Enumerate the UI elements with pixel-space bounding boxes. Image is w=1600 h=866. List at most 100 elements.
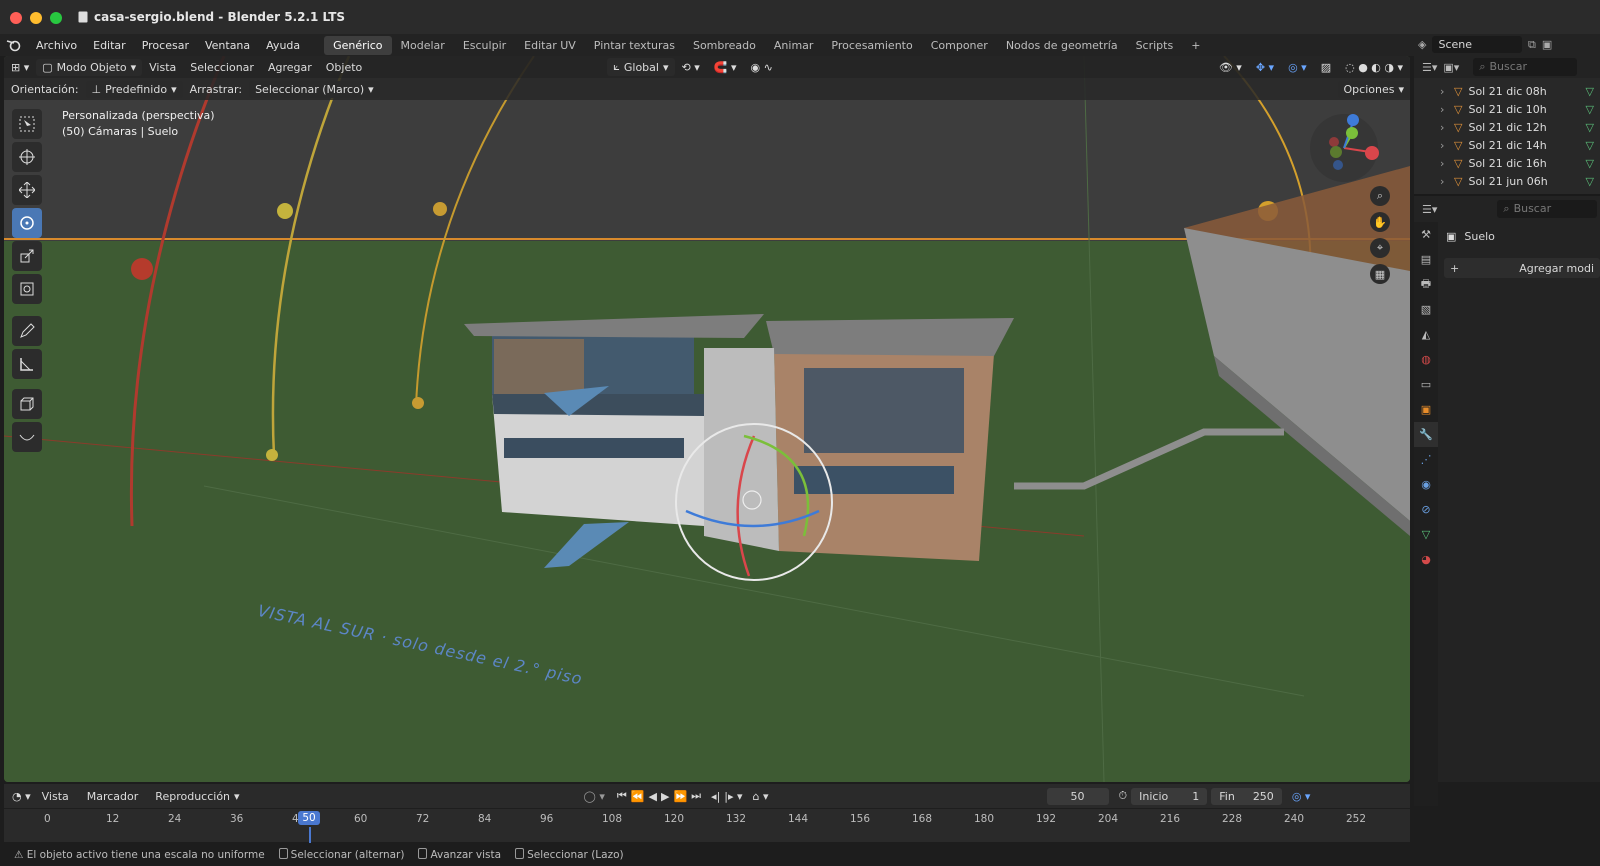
particles-tab-icon[interactable]: ⋰ <box>1414 447 1438 472</box>
close-window-button[interactable] <box>10 12 22 24</box>
scene-selector[interactable]: ◈ Scene ⧉ ▣ <box>1418 36 1552 53</box>
view-layer-icon[interactable]: ▣ <box>1542 38 1552 51</box>
menu-archivo[interactable]: Archivo <box>28 39 85 52</box>
outliner-editor-icon[interactable]: ☰▾ <box>1422 61 1437 74</box>
measure-tool[interactable] <box>12 349 42 379</box>
timeline-menu-marcador[interactable]: Marcador <box>80 788 146 805</box>
menu-vista[interactable]: Vista <box>142 59 183 76</box>
material-tab-icon[interactable]: ◕ <box>1414 547 1438 572</box>
tab-nodos-geometria[interactable]: Nodos de geometría <box>997 36 1127 55</box>
transform-tool[interactable] <box>12 274 42 304</box>
menu-seleccionar[interactable]: Seleccionar <box>183 59 261 76</box>
expand-arrow-icon[interactable]: › <box>1440 175 1444 188</box>
view-layer-tab-icon[interactable]: ▧ <box>1414 297 1438 322</box>
outliner-item[interactable]: › ▽ Sol 21 jun 06h ▽ <box>1414 172 1600 190</box>
add-modifier-button[interactable]: + Agregar modi <box>1444 258 1600 278</box>
transform-orientation-dropdown[interactable]: ⟀ Global ▾ <box>607 58 675 76</box>
tab-generico[interactable]: Genérico <box>324 35 392 55</box>
snap-icon[interactable]: 🧲 ▾ <box>707 59 744 76</box>
data-tab-icon[interactable]: ▽ <box>1414 522 1438 547</box>
jump-keyframe-forward-icon[interactable]: ⏩ <box>673 790 687 803</box>
next-marker-icon[interactable]: |▸ ▾ <box>724 790 742 803</box>
play-reverse-icon[interactable]: ◀ <box>649 790 657 803</box>
current-frame-field[interactable]: 50 <box>1046 787 1109 805</box>
3d-viewport[interactable]: ⊞ ▾ ▢ Modo Objeto ▾ Vista Seleccionar Agr… <box>4 56 1410 782</box>
menu-editar[interactable]: Editar <box>85 39 134 52</box>
extra-tool[interactable] <box>12 422 42 452</box>
outliner-item[interactable]: › ▽ Sol 21 dic 16h ▽ <box>1414 154 1600 172</box>
outliner-item[interactable]: › ▽ Sol 21 dic 14h ▽ <box>1414 136 1600 154</box>
menu-objeto[interactable]: Objeto <box>319 59 370 76</box>
play-icon[interactable]: ▶ <box>661 790 669 803</box>
menu-procesar[interactable]: Procesar <box>134 39 197 52</box>
cursor-tool[interactable] <box>12 142 42 172</box>
blender-logo-icon[interactable] <box>0 38 28 52</box>
tab-pintar-texturas[interactable]: Pintar texturas <box>585 36 684 55</box>
timeline-overlay-icon[interactable]: ◎ ▾ <box>1292 790 1311 803</box>
collection-tab-icon[interactable]: ▭ <box>1414 372 1438 397</box>
expand-arrow-icon[interactable]: › <box>1440 103 1444 116</box>
new-scene-icon[interactable]: ⧉ <box>1528 38 1536 52</box>
snap-keyframe-icon[interactable]: ⌂ ▾ <box>753 790 769 803</box>
expand-arrow-icon[interactable]: › <box>1440 121 1444 134</box>
tab-scripts[interactable]: Scripts <box>1127 36 1183 55</box>
outliner-item[interactable]: › ▽ Sol 21 dic 10h ▽ <box>1414 100 1600 118</box>
tab-animar[interactable]: Animar <box>765 36 823 55</box>
tab-procesamiento[interactable]: Procesamiento <box>822 36 921 55</box>
render-tab-icon[interactable]: ▤ <box>1414 247 1438 272</box>
jump-start-icon[interactable]: ⏮ <box>617 789 627 803</box>
frame-start-field[interactable]: Inicio 1 <box>1131 787 1208 805</box>
tab-esculpir[interactable]: Esculpir <box>454 36 515 55</box>
outliner-search-field[interactable]: ⌕ Buscar <box>1473 58 1578 76</box>
scene-tab-icon[interactable]: ◭ <box>1414 322 1438 347</box>
world-tab-icon[interactable]: ◍ <box>1414 347 1438 372</box>
modifier-tab-icon[interactable]: 🔧 <box>1414 422 1438 447</box>
timeline-editor-icon[interactable]: ◔ ▾ <box>12 790 31 803</box>
minimize-window-button[interactable] <box>30 12 42 24</box>
prev-marker-icon[interactable]: ◂| <box>711 790 720 803</box>
auto-keying-icon[interactable]: ◯ ▾ <box>584 790 605 803</box>
outliner-item[interactable]: › ▽ Sol 21 dic 08h ▽ <box>1414 82 1600 100</box>
object-tab-icon[interactable]: ▣ <box>1414 397 1438 422</box>
constraints-tab-icon[interactable]: ⊘ <box>1414 497 1438 522</box>
pan-hand-icon[interactable]: ✋ <box>1370 212 1390 232</box>
playback-dropdown[interactable]: Reproducción ▾ <box>149 787 246 805</box>
scene-canvas[interactable] <box>4 56 1410 782</box>
outliner-filter-icon[interactable]: ▣▾ <box>1443 61 1459 74</box>
gizmo-toggle-icon[interactable]: ✥ ▾ <box>1249 59 1281 76</box>
timeline-menu-vista[interactable]: Vista <box>35 788 76 805</box>
tab-modelar[interactable]: Modelar <box>392 36 454 55</box>
outliner-item[interactable]: › ▽ Sol 21 dic 12h ▽ <box>1414 118 1600 136</box>
select-box-tool[interactable] <box>12 109 42 139</box>
menu-agregar[interactable]: Agregar <box>261 59 319 76</box>
tab-editar-uv[interactable]: Editar UV <box>515 36 585 55</box>
zoom-icon[interactable]: ⌕ <box>1370 186 1390 206</box>
scale-tool[interactable] <box>12 241 42 271</box>
overlays-icon[interactable]: ◎ ▾ <box>1281 59 1314 76</box>
properties-editor-icon[interactable]: ☰▾ <box>1422 203 1437 216</box>
properties-search-field[interactable]: ⌕ Buscar <box>1497 200 1598 218</box>
options-dropdown[interactable]: Opciones ▾ <box>1337 80 1410 98</box>
tab-componer[interactable]: Componer <box>922 36 997 55</box>
orientation-dropdown[interactable]: ⊥ Predefinido ▾ <box>85 80 183 98</box>
playhead[interactable]: 50 <box>298 811 320 825</box>
jump-keyframe-back-icon[interactable]: ⏪ <box>631 790 645 803</box>
menu-ventana[interactable]: Ventana <box>197 39 258 52</box>
stopwatch-icon[interactable]: ⏱ <box>1119 789 1128 803</box>
tool-settings-tab-icon[interactable]: ⚒ <box>1414 222 1438 247</box>
menu-ayuda[interactable]: Ayuda <box>258 39 308 52</box>
proportional-edit-icon[interactable]: ◉ ∿ <box>743 59 779 76</box>
tab-sombreado[interactable]: Sombreado <box>684 36 765 55</box>
camera-view-icon[interactable]: ⌖ <box>1370 238 1390 258</box>
grid-view-icon[interactable]: ▦ <box>1370 264 1390 284</box>
editor-type-icon[interactable]: ⊞ ▾ <box>4 59 36 76</box>
xray-icon[interactable]: ▨ <box>1314 59 1338 76</box>
timeline-ruler[interactable]: 0122436486072849610812013214415616818019… <box>4 808 1410 843</box>
pivot-icon[interactable]: ⟲ ▾ <box>675 59 707 76</box>
mode-dropdown[interactable]: ▢ Modo Objeto ▾ <box>36 58 143 76</box>
rotate-tool[interactable] <box>12 208 42 238</box>
expand-arrow-icon[interactable]: › <box>1440 157 1444 170</box>
frame-end-field[interactable]: Fin 250 <box>1211 787 1282 805</box>
add-workspace-button[interactable]: + <box>1182 36 1209 55</box>
drag-dropdown[interactable]: Seleccionar (Marco) ▾ <box>249 80 380 98</box>
